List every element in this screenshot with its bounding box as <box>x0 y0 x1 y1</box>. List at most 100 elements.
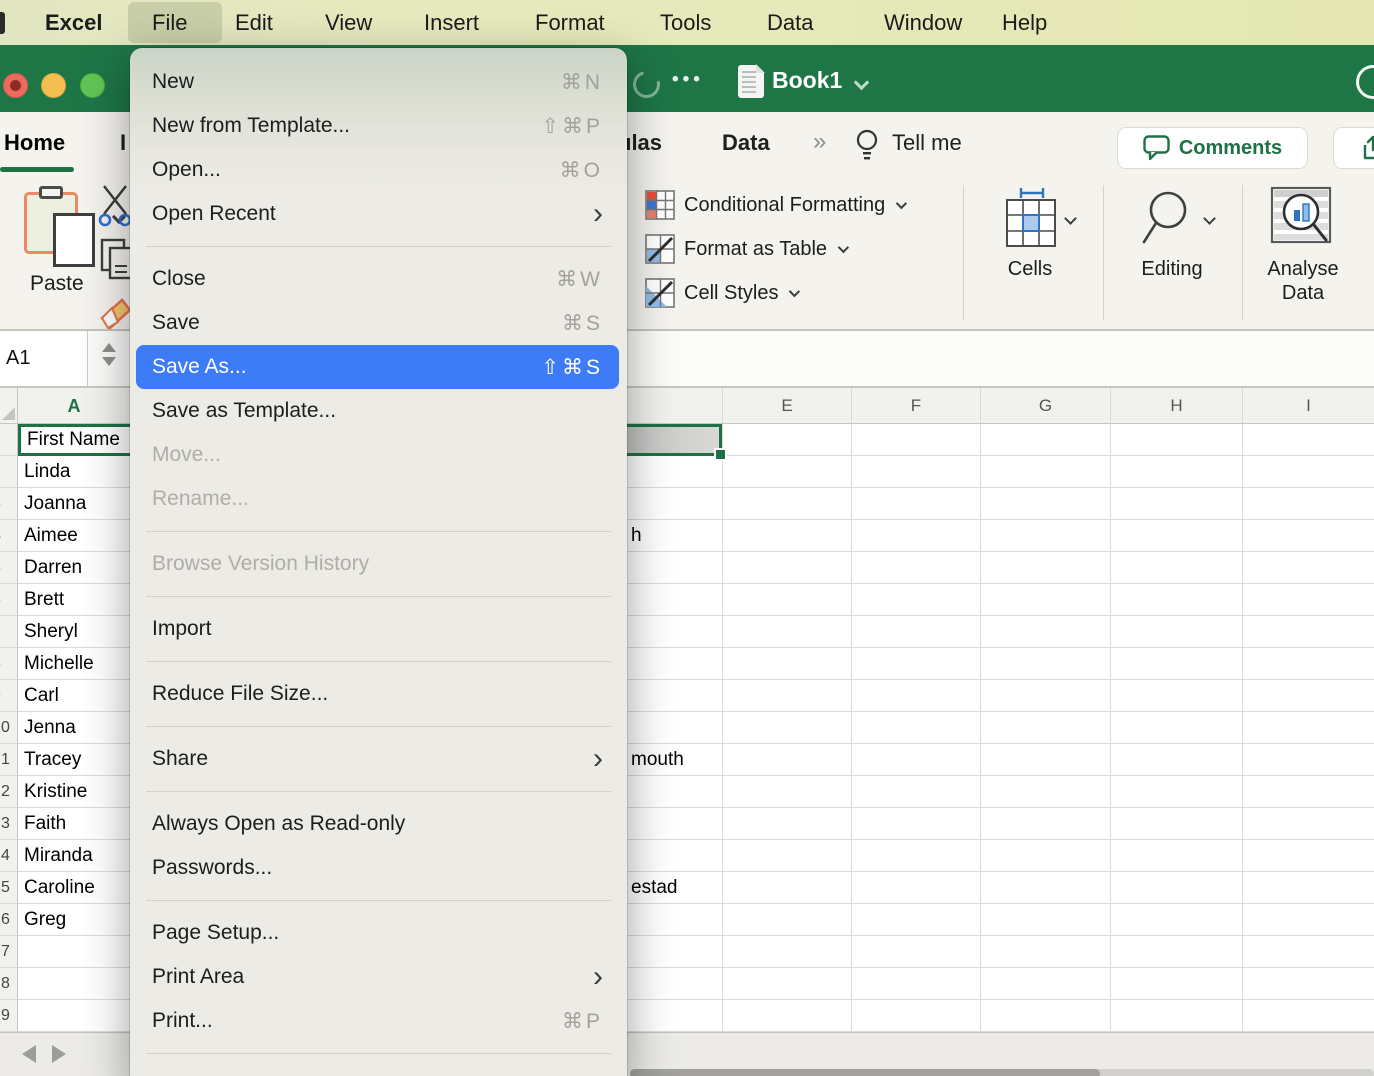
cell[interactable] <box>980 616 1110 648</box>
menubar-item-view[interactable]: View <box>325 0 372 45</box>
cell[interactable] <box>1242 648 1374 680</box>
file-menu-item[interactable]: Print Area › <box>136 955 619 999</box>
cell[interactable] <box>1242 424 1374 456</box>
title-chevron-down-icon[interactable] <box>854 75 870 91</box>
tab-data[interactable]: Data <box>722 130 770 156</box>
cell[interactable] <box>722 488 851 520</box>
cell[interactable] <box>1110 1000 1242 1032</box>
cell[interactable] <box>980 520 1110 552</box>
cell[interactable] <box>1242 968 1374 1000</box>
cell-column-a[interactable]: Aimee <box>18 520 130 552</box>
cell[interactable] <box>980 424 1110 456</box>
cell-column-d-partial[interactable] <box>627 552 722 584</box>
paste-button[interactable] <box>24 192 78 254</box>
cell[interactable] <box>1110 552 1242 584</box>
file-menu-item[interactable]: Save As... ⇧⌘S <box>136 345 619 389</box>
cell[interactable] <box>980 808 1110 840</box>
row-number[interactable]: 3 <box>0 488 18 520</box>
editing-button[interactable] <box>1136 188 1196 250</box>
conditional-formatting-button[interactable]: Conditional Formatting <box>645 190 904 220</box>
cell[interactable] <box>1242 488 1374 520</box>
cell[interactable] <box>980 648 1110 680</box>
document-title[interactable]: Book1 <box>772 67 842 94</box>
cell[interactable] <box>851 872 980 904</box>
cell[interactable] <box>722 648 851 680</box>
cell[interactable] <box>980 1000 1110 1032</box>
cell[interactable] <box>1110 680 1242 712</box>
cell[interactable] <box>851 776 980 808</box>
column-header-e[interactable]: E <box>722 388 851 424</box>
menubar-item-insert[interactable]: Insert <box>424 0 479 45</box>
cell[interactable] <box>1110 936 1242 968</box>
column-header-a[interactable]: A <box>18 388 130 424</box>
cell[interactable] <box>1110 584 1242 616</box>
cell[interactable] <box>1242 1000 1374 1032</box>
cell[interactable] <box>851 616 980 648</box>
cell-column-d-partial[interactable] <box>627 456 722 488</box>
file-menu-item[interactable]: Import <box>136 607 619 651</box>
menubar-item-data[interactable]: Data <box>767 0 813 45</box>
row-number[interactable]: 7 <box>0 616 18 648</box>
cell[interactable] <box>980 488 1110 520</box>
cell[interactable] <box>980 872 1110 904</box>
comments-button[interactable]: Comments <box>1117 127 1308 169</box>
cell[interactable] <box>722 520 851 552</box>
file-menu-item[interactable]: Move... <box>136 433 619 477</box>
cell[interactable] <box>722 808 851 840</box>
cell[interactable] <box>1242 584 1374 616</box>
menubar-item-format[interactable]: Format <box>535 0 605 45</box>
row-number[interactable]: 3 <box>0 808 18 840</box>
cell[interactable] <box>1242 808 1374 840</box>
cell[interactable] <box>722 680 851 712</box>
cell[interactable] <box>980 904 1110 936</box>
cell[interactable] <box>851 712 980 744</box>
name-box[interactable]: A1 <box>0 331 88 386</box>
row-number[interactable]: 4 <box>0 520 18 552</box>
close-window-button[interactable] <box>3 73 28 98</box>
file-menu-item[interactable]: New ⌘N <box>136 60 619 104</box>
cell-column-d-partial[interactable] <box>627 936 722 968</box>
cell-column-a[interactable]: Faith <box>18 808 130 840</box>
cell[interactable] <box>980 968 1110 1000</box>
cell-styles-button[interactable]: Cell Styles <box>645 278 797 308</box>
tab-home[interactable]: Home <box>4 130 65 156</box>
row-number[interactable]: 6 <box>0 584 18 616</box>
cell[interactable] <box>1110 616 1242 648</box>
column-header-h[interactable]: H <box>1110 388 1242 424</box>
cell-column-a[interactable]: Darren <box>18 552 130 584</box>
file-menu-item[interactable]: Reduce File Size... <box>136 672 619 716</box>
cell[interactable] <box>980 936 1110 968</box>
cell[interactable] <box>851 520 980 552</box>
row-number[interactable]: 5 <box>0 872 18 904</box>
prev-sheet-icon[interactable] <box>22 1045 36 1063</box>
cell[interactable] <box>1242 936 1374 968</box>
cell-column-d-partial[interactable] <box>627 584 722 616</box>
file-menu-item[interactable]: Always Open as Read-only <box>136 802 619 846</box>
select-all-corner[interactable] <box>0 388 18 424</box>
cell[interactable] <box>722 776 851 808</box>
cell[interactable] <box>851 424 980 456</box>
cell[interactable] <box>980 552 1110 584</box>
cell[interactable] <box>1110 712 1242 744</box>
column-header-d-partial[interactable] <box>627 388 722 424</box>
cell-column-a[interactable]: Caroline <box>18 872 130 904</box>
cell[interactable] <box>1110 520 1242 552</box>
cell[interactable] <box>1110 648 1242 680</box>
column-header-f[interactable]: F <box>851 388 980 424</box>
cell-column-d-partial[interactable] <box>627 904 722 936</box>
row-number[interactable]: 1 <box>0 424 18 456</box>
cell[interactable] <box>722 936 851 968</box>
cell-column-d-partial[interactable] <box>627 968 722 1000</box>
row-number[interactable]: 2 <box>0 456 18 488</box>
cell-column-d-partial[interactable] <box>627 776 722 808</box>
cell[interactable] <box>1110 904 1242 936</box>
cell[interactable] <box>1242 680 1374 712</box>
cell-column-a[interactable]: Michelle <box>18 648 130 680</box>
cell[interactable] <box>722 552 851 584</box>
cell-column-a[interactable] <box>18 936 130 968</box>
search-icon[interactable] <box>1356 65 1374 99</box>
cell[interactable] <box>1242 776 1374 808</box>
cell-column-a[interactable]: Linda <box>18 456 130 488</box>
cell-column-a[interactable]: Sheryl <box>18 616 130 648</box>
cell-column-a[interactable] <box>18 1000 130 1032</box>
